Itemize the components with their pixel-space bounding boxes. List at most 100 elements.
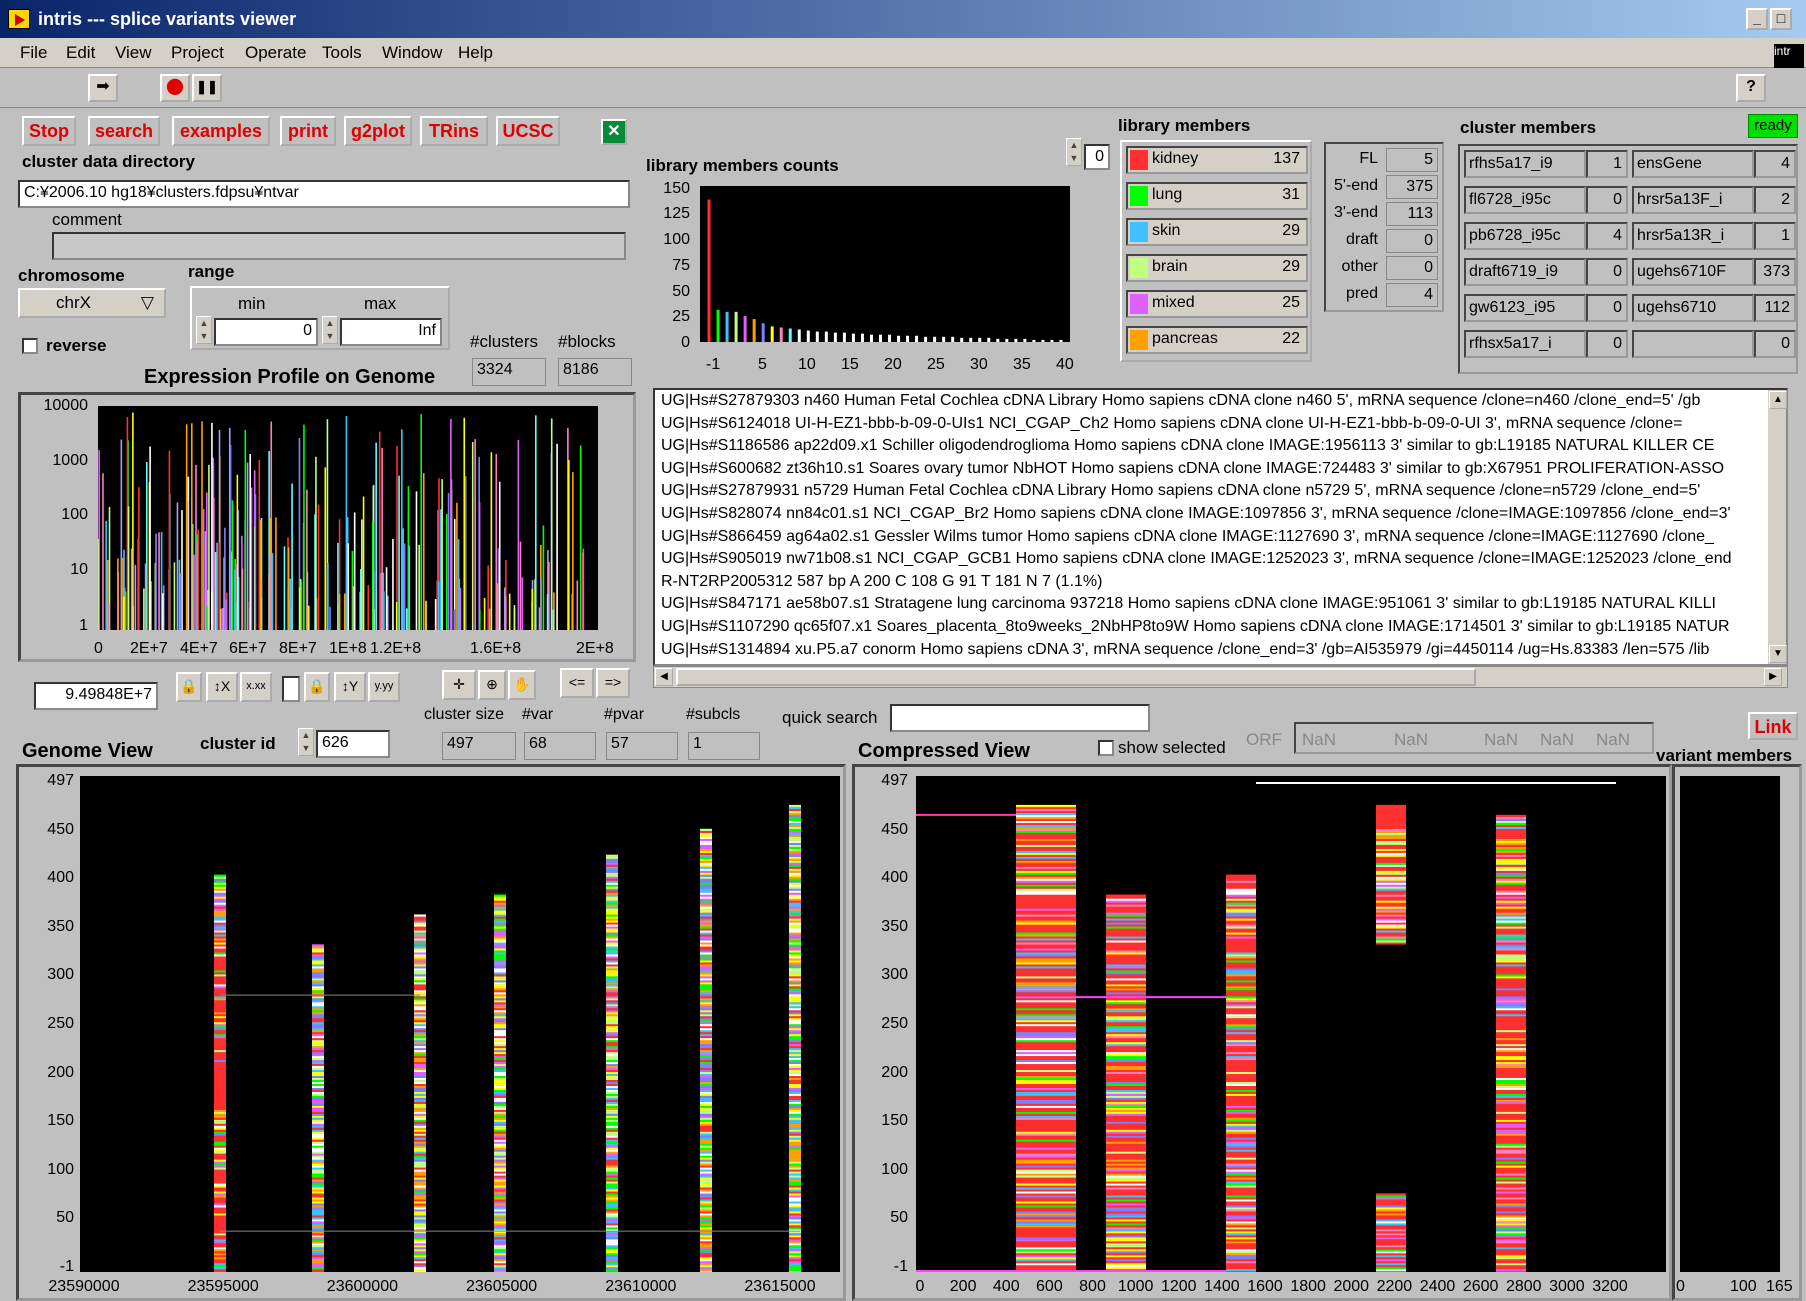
cluster-member-name[interactable]: rfhsx5a17_i [1464, 330, 1586, 358]
next-button[interactable]: => [596, 668, 630, 698]
sequence-row[interactable]: UG|Hs#S27879931 n5729 Human Fetal Cochle… [655, 480, 1786, 503]
menu-view[interactable]: View [115, 43, 152, 63]
cursor-x-field[interactable]: 9.49848E+7 [34, 682, 158, 710]
sequence-row[interactable]: UG|Hs#S27879303 n460 Human Fetal Cochlea… [655, 390, 1786, 413]
show-selected-checkbox[interactable] [1098, 740, 1114, 756]
y-format-icon[interactable]: y.yy [368, 672, 400, 702]
sequence-row[interactable]: UG|Hs#S905019 nw71b08.s1 NCI_CGAP_GCB1 H… [655, 548, 1786, 571]
compressed-exon-block [1496, 1167, 1526, 1170]
hscroll-thumb[interactable] [676, 668, 1476, 686]
range-min-field[interactable]: 0 [214, 318, 318, 346]
sequence-list[interactable]: UG|Hs#S27879303 n460 Human Fetal Cochlea… [653, 388, 1788, 666]
autoscale-toggle[interactable] [282, 676, 300, 702]
sequence-row[interactable]: UG|Hs#S866459 ag64a02.s1 Gessler Wilms t… [655, 526, 1786, 549]
trins-button[interactable]: TRins [420, 116, 488, 146]
x-format-icon[interactable]: x.xx [240, 672, 272, 702]
cluster-id-spinner[interactable]: ▲ ▼ [298, 728, 314, 756]
cluster-member-name[interactable]: fl6728_i95c [1464, 186, 1586, 214]
scroll-down-icon[interactable]: ▼ [1769, 645, 1787, 663]
link-button[interactable]: Link [1748, 712, 1798, 740]
menu-window[interactable]: Window [382, 43, 442, 63]
menu-tools[interactable]: Tools [322, 43, 362, 63]
menu-edit[interactable]: Edit [66, 43, 95, 63]
menu-project[interactable]: Project [171, 43, 224, 63]
cluster-member-name[interactable]: rfhs5a17_i9 [1464, 150, 1586, 178]
cluster-dir-field[interactable]: C:¥2006.10 hg18¥clusters.fdpsu¥ntvar [18, 180, 630, 208]
library-member-item[interactable]: mixed 25 [1126, 290, 1308, 318]
cluster-member-name[interactable]: draft6719_i9 [1464, 258, 1586, 286]
library-member-item[interactable]: skin 29 [1126, 218, 1308, 246]
library-member-item[interactable]: lung 31 [1126, 182, 1308, 210]
abort-icon[interactable]: ⬤ [160, 74, 190, 102]
lock-icon[interactable]: 🔒 [176, 672, 202, 702]
y-scale-icon[interactable]: ↕Y [334, 672, 366, 702]
sequence-row[interactable]: UG|Hs#S1314894 xu.P5.a7 conorm Homo sapi… [655, 639, 1786, 662]
pan-hand-icon[interactable]: ✋ [508, 670, 536, 700]
cluster-member-name[interactable] [1632, 330, 1754, 358]
compressed-exon-block [1106, 954, 1146, 957]
run-arrow-icon[interactable]: ➡ [88, 74, 118, 102]
examples-button[interactable]: examples [172, 116, 270, 146]
cluster-member-name[interactable]: ensGene [1632, 150, 1754, 178]
comment-field[interactable] [52, 232, 626, 260]
exon-block [494, 926, 506, 929]
cluster-member-count: 0 [1754, 330, 1796, 358]
minimize-button[interactable]: _ [1746, 8, 1768, 30]
scroll-up-icon[interactable]: ▲ [1769, 391, 1787, 409]
range-max-spinner[interactable]: ▲ ▼ [322, 316, 338, 344]
cluster-member-name[interactable]: gw6123_i95 [1464, 294, 1586, 322]
library-member-item[interactable]: kidney 137 [1126, 146, 1308, 174]
exon-block [789, 1221, 801, 1224]
sequence-row[interactable]: UG|Hs#S600682 zt36h10.s1 Soares ovary tu… [655, 458, 1786, 481]
x-scale-icon[interactable]: ↕X [206, 672, 238, 702]
cluster-member-name[interactable]: ugehs6710 [1632, 294, 1754, 322]
exon-block [312, 1241, 324, 1244]
ucsc-button[interactable]: UCSC [496, 116, 560, 146]
menu-help[interactable]: Help [458, 43, 493, 63]
lib-index-spinner[interactable]: ▲ ▼ [1066, 138, 1082, 166]
cluster-member-name[interactable]: hrsr5a13F_i [1632, 186, 1754, 214]
g2plot-button[interactable]: g2plot [344, 116, 412, 146]
chromosome-select[interactable]: chrX ▽ [18, 288, 166, 318]
library-member-item[interactable]: brain 29 [1126, 254, 1308, 282]
menu-operate[interactable]: Operate [245, 43, 306, 63]
sequence-row[interactable]: UG|Hs#S828074 nn84c01.s1 NCI_CGAP_Br2 Ho… [655, 503, 1786, 526]
range-min-spinner[interactable]: ▲ ▼ [196, 316, 212, 344]
sequence-row[interactable]: UG|Hs#S1186586 ap22d09.x1 Schiller oligo… [655, 435, 1786, 458]
scroll-left-icon[interactable]: ◀ [655, 668, 673, 686]
quick-search-input[interactable] [890, 704, 1150, 732]
crosshair-icon[interactable]: ✛ [442, 670, 476, 700]
scroll-right-icon[interactable]: ▶ [1764, 668, 1782, 686]
compressed-exon-block [1016, 904, 1076, 907]
sequence-row[interactable]: UG|Hs#S847171 ae58b07.s1 Stratagene lung… [655, 593, 1786, 616]
search-button[interactable]: search [88, 116, 160, 146]
compressed-exon-block [1106, 1119, 1146, 1122]
cluster-member-name[interactable]: ugehs6710F [1632, 258, 1754, 286]
sequence-vscroll[interactable] [1768, 390, 1786, 664]
lib-index-field[interactable]: 0 [1084, 144, 1110, 170]
cluster-id-field[interactable]: 626 [316, 730, 390, 758]
reverse-checkbox[interactable] [22, 338, 38, 354]
zoom-icon[interactable]: ⊕ [478, 670, 506, 700]
lock-y-icon[interactable]: 🔒 [304, 672, 330, 702]
library-member-item[interactable]: pancreas 22 [1126, 326, 1308, 354]
sequence-row[interactable]: UG|Hs#S6124018 UI-H-EZ1-bbb-b-09-0-UIs1 … [655, 413, 1786, 436]
help-icon[interactable]: ? [1736, 74, 1766, 102]
exon-block [494, 1251, 506, 1254]
sequence-row[interactable]: UG|Hs#S1107290 qc65f07.x1 Soares_placent… [655, 616, 1786, 639]
cluster-member-name[interactable]: hrsr5a13R_i [1632, 222, 1754, 250]
pause-icon[interactable]: ❚❚ [192, 74, 222, 102]
compressed-exon-block [1496, 1081, 1526, 1084]
range-max-field[interactable]: Inf [340, 318, 442, 346]
excel-icon[interactable]: ✕ [601, 119, 627, 145]
stop-button[interactable]: Stop [22, 116, 76, 146]
exon-block [606, 1245, 618, 1248]
menu-file[interactable]: File [20, 43, 47, 63]
exon-block [214, 1171, 226, 1174]
maximize-button[interactable]: □ [1770, 8, 1792, 30]
print-button[interactable]: print [280, 116, 336, 146]
exon-block [214, 1159, 226, 1162]
sequence-row[interactable]: R-NT2RP2005312 587 bp A 200 C 108 G 91 T… [655, 571, 1786, 594]
prev-button[interactable]: <= [560, 668, 594, 698]
cluster-member-name[interactable]: pb6728_i95c [1464, 222, 1586, 250]
